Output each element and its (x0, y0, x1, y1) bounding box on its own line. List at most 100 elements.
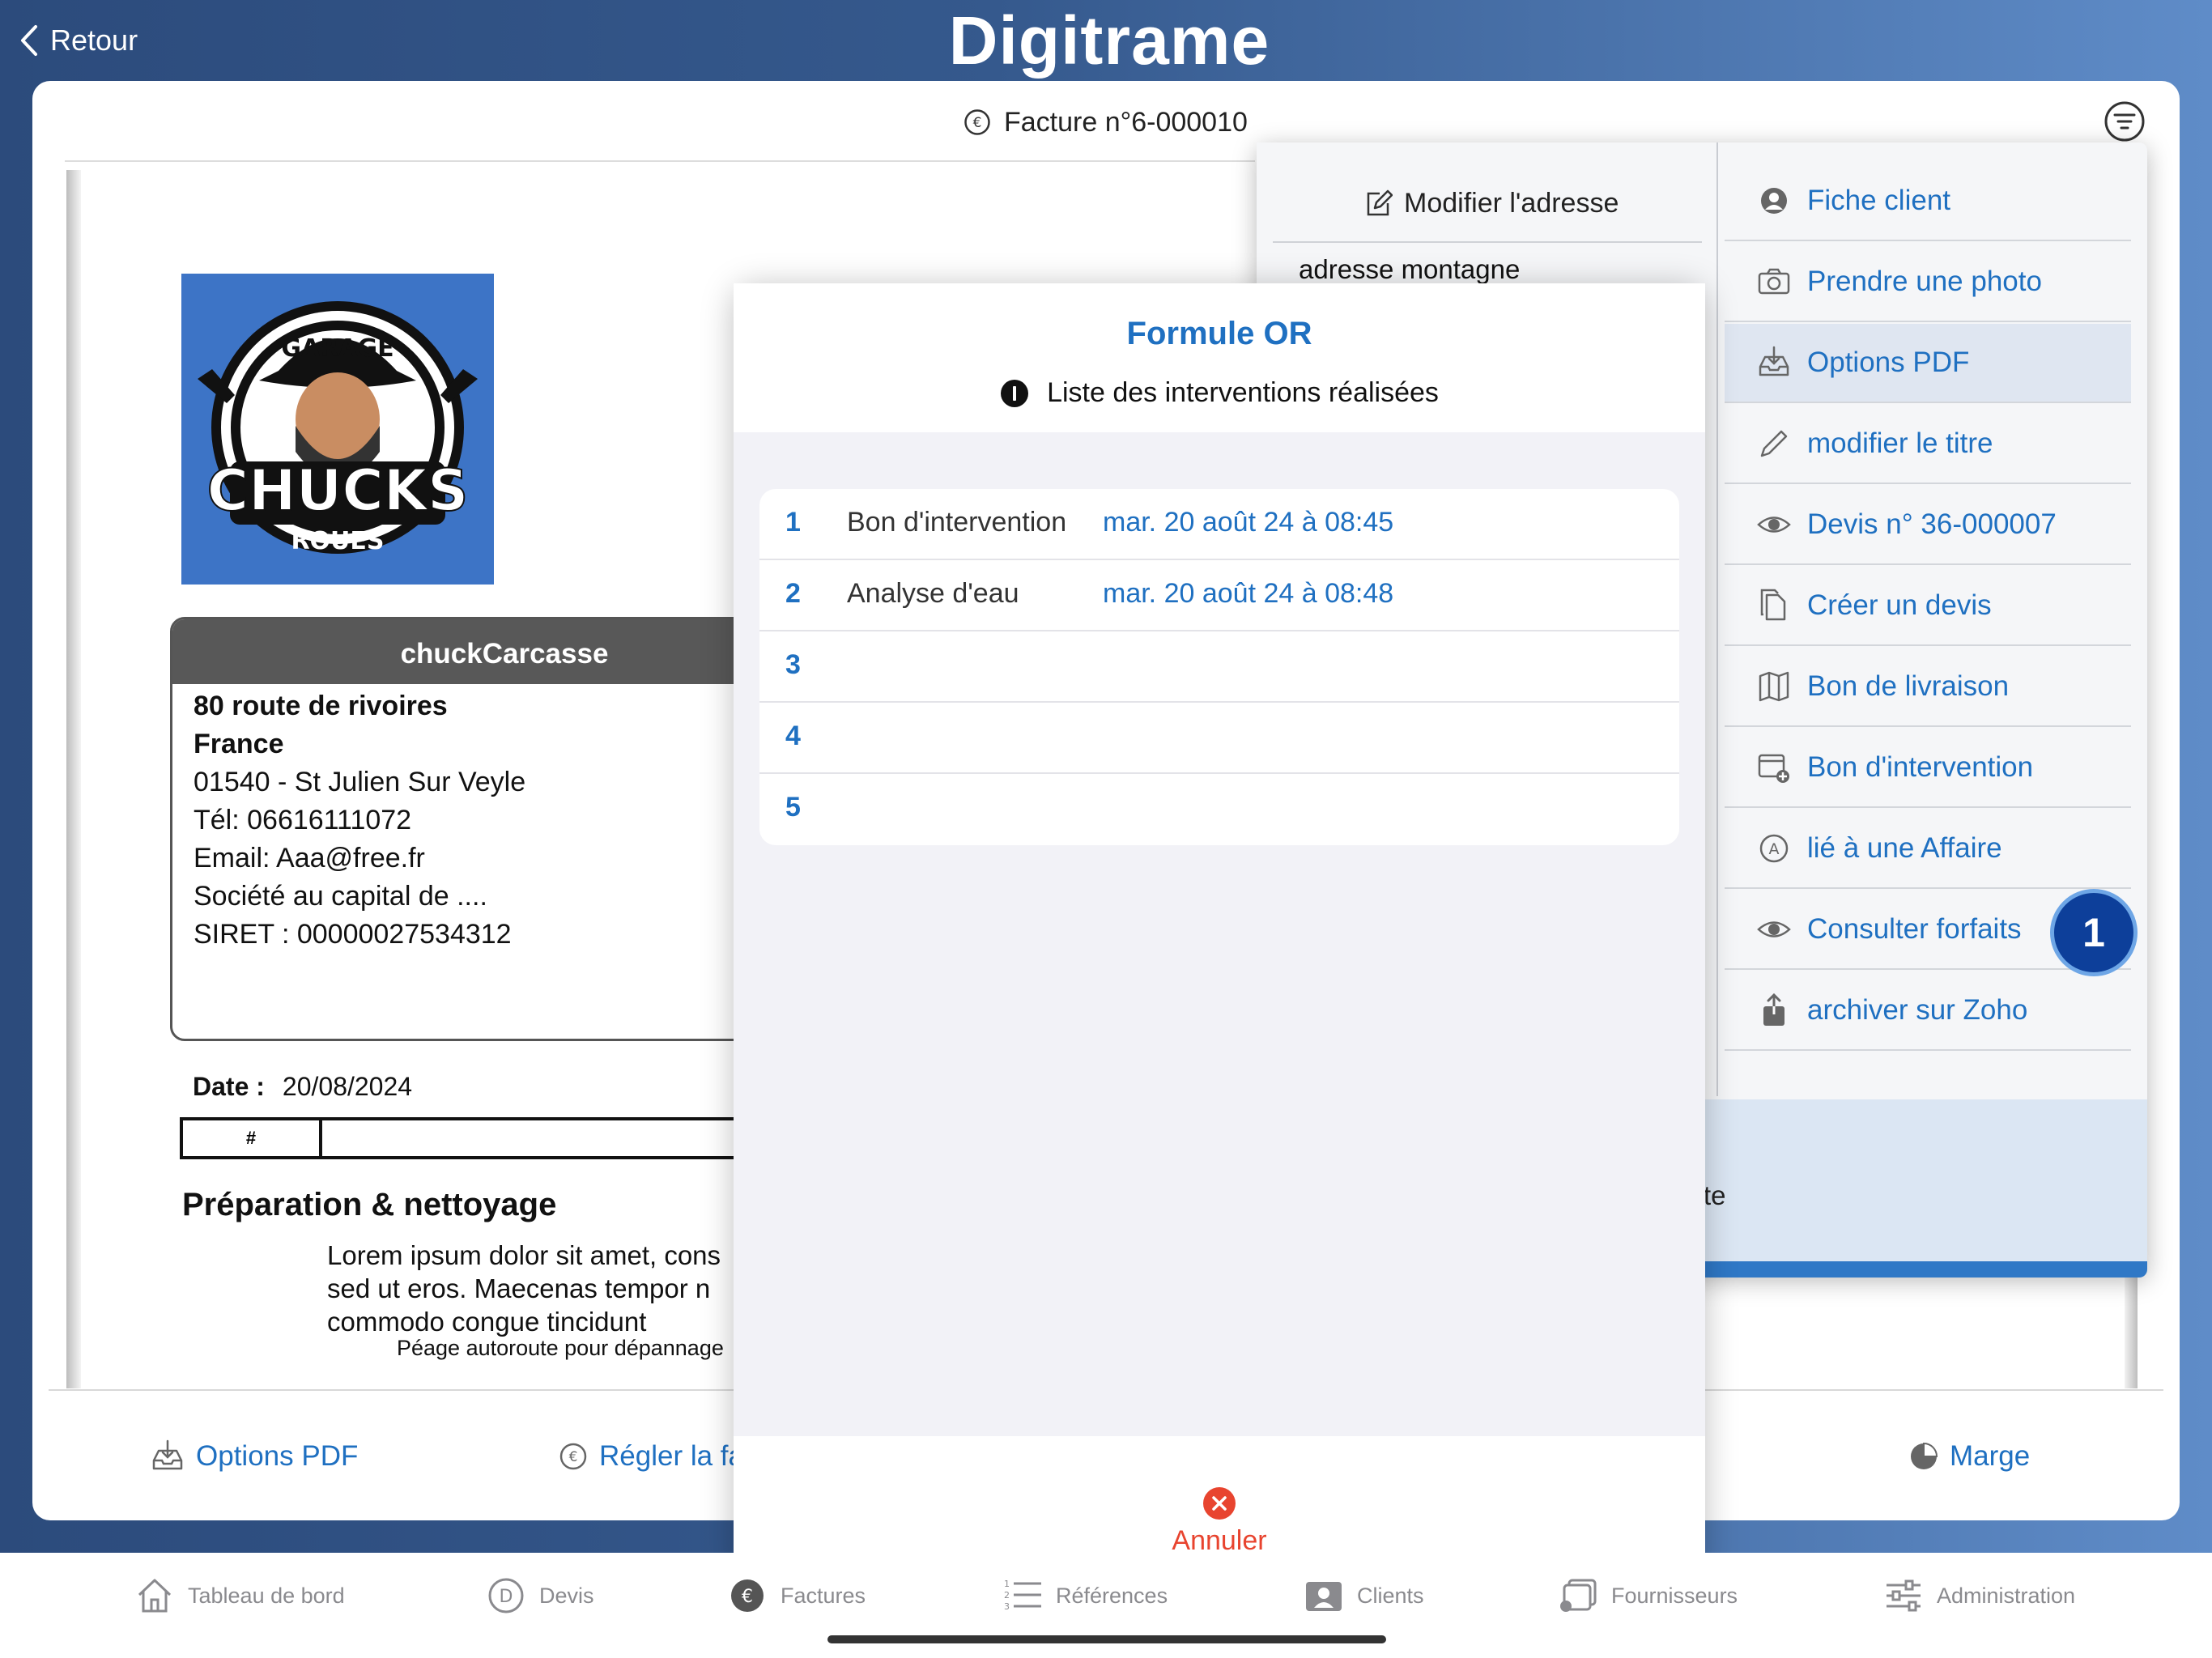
row-label: Bon d'intervention (847, 507, 1067, 538)
sender-line: 80 route de rivoires (194, 691, 448, 721)
app-logo: Digitrame (948, 2, 1270, 79)
page-edge-left (66, 170, 81, 1388)
interventions-modal (734, 283, 1705, 1579)
chevron-left-icon (19, 24, 39, 57)
options-pdf-label: Options PDF (196, 1440, 359, 1472)
sender-line: Société au capital de .... (194, 881, 487, 912)
circle-d-icon: D (486, 1575, 526, 1616)
svg-text:A: A (1769, 840, 1780, 858)
document-copy-icon (1757, 589, 1791, 623)
menu-item-creer-devis[interactable]: Créer un devis (1725, 567, 2131, 646)
list-item[interactable]: 2 Analyse d'eau mar. 20 août 24 à 08:48 (759, 560, 1679, 631)
menu-item-bon-intervention[interactable]: Bon d'intervention (1725, 729, 2131, 808)
svg-text:1: 1 (1004, 1579, 1010, 1589)
menu-item-label: Bon d'intervention (1807, 751, 2034, 783)
section-title: Préparation & nettoyage (182, 1187, 557, 1222)
tab-references[interactable]: 123 Références (1002, 1575, 1168, 1616)
margin-label: Marge (1950, 1440, 2031, 1472)
menu-item-affaire[interactable]: A lié à une Affaire (1725, 810, 2131, 889)
row-date: mar. 20 août 24 à 08:48 (1103, 578, 1394, 609)
logo-sub-text: ROUES (291, 527, 384, 555)
options-pdf-button[interactable]: Options PDF (151, 1438, 358, 1475)
calendar-plus-icon (1757, 750, 1791, 784)
map-icon (1757, 670, 1791, 704)
sender-line: Email: Aaa@free.fr (194, 843, 425, 874)
menu-item-bon-livraison[interactable]: Bon de livraison (1725, 648, 2131, 727)
tab-label: Tableau de bord (188, 1583, 345, 1608)
menu-item-modifier-titre[interactable]: modifier le titre (1725, 405, 2131, 484)
item-note: Péage autoroute pour dépannage (397, 1336, 724, 1360)
menu-item-label: lié à une Affaire (1807, 832, 2002, 864)
document-title-text: Facture n°6-000010 (1004, 106, 1248, 138)
tab-tableau-de-bord[interactable]: Tableau de bord (134, 1575, 345, 1616)
panel-partial-text: te (1704, 1180, 1726, 1210)
back-label: Retour (50, 23, 138, 57)
margin-button[interactable]: Marge (1909, 1438, 2030, 1475)
description-line: sed ut eros. Maecenas tempor n (327, 1273, 711, 1303)
sender-line: Tél: 06616111072 (194, 805, 412, 835)
tab-clients[interactable]: Clients (1304, 1575, 1424, 1616)
cancel-button[interactable]: Annuler (1138, 1486, 1300, 1559)
menu-item-fiche-client[interactable]: Fiche client (1725, 162, 2131, 241)
tab-fournisseurs[interactable]: Fournisseurs (1558, 1575, 1738, 1616)
list-item[interactable]: 5 (759, 774, 1679, 845)
tab-factures[interactable]: € Factures (727, 1575, 866, 1616)
tab-label: Clients (1357, 1583, 1424, 1608)
menu-item-label: Prendre une photo (1807, 266, 2042, 297)
date-value: 20/08/2024 (282, 1072, 413, 1101)
menu-item-options-pdf[interactable]: Options PDF (1725, 324, 2131, 403)
tab-label: Administration (1937, 1583, 2076, 1608)
sender-line: France (194, 729, 284, 759)
pie-chart-icon (1909, 1442, 1938, 1471)
close-circle-icon (1202, 1486, 1236, 1520)
euro-circle-icon: € (963, 108, 991, 136)
tab-label: Devis (539, 1583, 594, 1608)
row-number: 4 (785, 721, 801, 751)
menu-item-label: Fiche client (1807, 185, 1951, 216)
menu-item-archiver-zoho[interactable]: archiver sur Zoho (1725, 971, 2131, 1051)
back-button[interactable]: Retour (19, 18, 138, 63)
interventions-list: 1 Bon d'intervention mar. 20 août 24 à 0… (759, 489, 1679, 845)
menu-item-label: modifier le titre (1807, 427, 1993, 459)
item-description: Lorem ipsum dolor sit amet, cons sed ut … (327, 1239, 721, 1338)
invoice-date: Date : 20/08/2024 (193, 1072, 412, 1102)
share-icon (1757, 993, 1791, 1027)
logo-main-text: CHUCKS (207, 457, 469, 524)
list-item[interactable]: 4 (759, 703, 1679, 774)
address-divider (1273, 241, 1702, 243)
svg-text:€: € (569, 1449, 578, 1465)
document-title: € Facture n°6-000010 (963, 104, 1248, 141)
tab-label: Fournisseurs (1611, 1583, 1738, 1608)
filter-menu-icon[interactable] (2104, 100, 2146, 142)
svg-text:€: € (742, 1587, 753, 1607)
menu-item-devis-link[interactable]: Devis n° 36-000007 (1725, 486, 2131, 565)
svg-text:D: D (500, 1587, 513, 1607)
euro-circle-icon: € (559, 1442, 588, 1471)
step-badge: 1 (2050, 889, 2138, 976)
title-divider (65, 160, 1255, 162)
home-indicator (827, 1635, 1386, 1643)
row-number: 5 (785, 792, 801, 823)
address-item[interactable]: adresse montagne (1299, 254, 1695, 287)
list-item[interactable]: 1 Bon d'intervention mar. 20 août 24 à 0… (759, 489, 1679, 560)
camera-icon (1757, 265, 1791, 299)
svg-text:3: 3 (1004, 1601, 1010, 1612)
euro-circle-icon: € (727, 1575, 768, 1616)
tab-administration[interactable]: Administration (1883, 1575, 2075, 1616)
eye-icon (1757, 508, 1791, 542)
pay-invoice-button[interactable]: € Régler la fa (559, 1438, 744, 1475)
person-circle-icon (1757, 184, 1791, 218)
list-item[interactable]: 3 (759, 631, 1679, 703)
tab-label: Références (1056, 1583, 1168, 1608)
tray-download-icon (1757, 346, 1791, 380)
svg-text:€: € (973, 115, 982, 131)
modal-subtitle: Liste des interventions réalisées (734, 377, 1705, 409)
menu-item-prendre-photo[interactable]: Prendre une photo (1725, 243, 2131, 322)
modal-header (734, 283, 1705, 432)
person-card-icon (1304, 1575, 1344, 1616)
menu-item-label: archiver sur Zoho (1807, 994, 2028, 1026)
tab-devis[interactable]: D Devis (486, 1575, 594, 1616)
edit-square-icon (1363, 189, 1393, 218)
sender-address: 80 route de rivoires France 01540 - St J… (194, 687, 525, 954)
modify-address-button[interactable]: Modifier l'adresse (1363, 183, 1619, 223)
